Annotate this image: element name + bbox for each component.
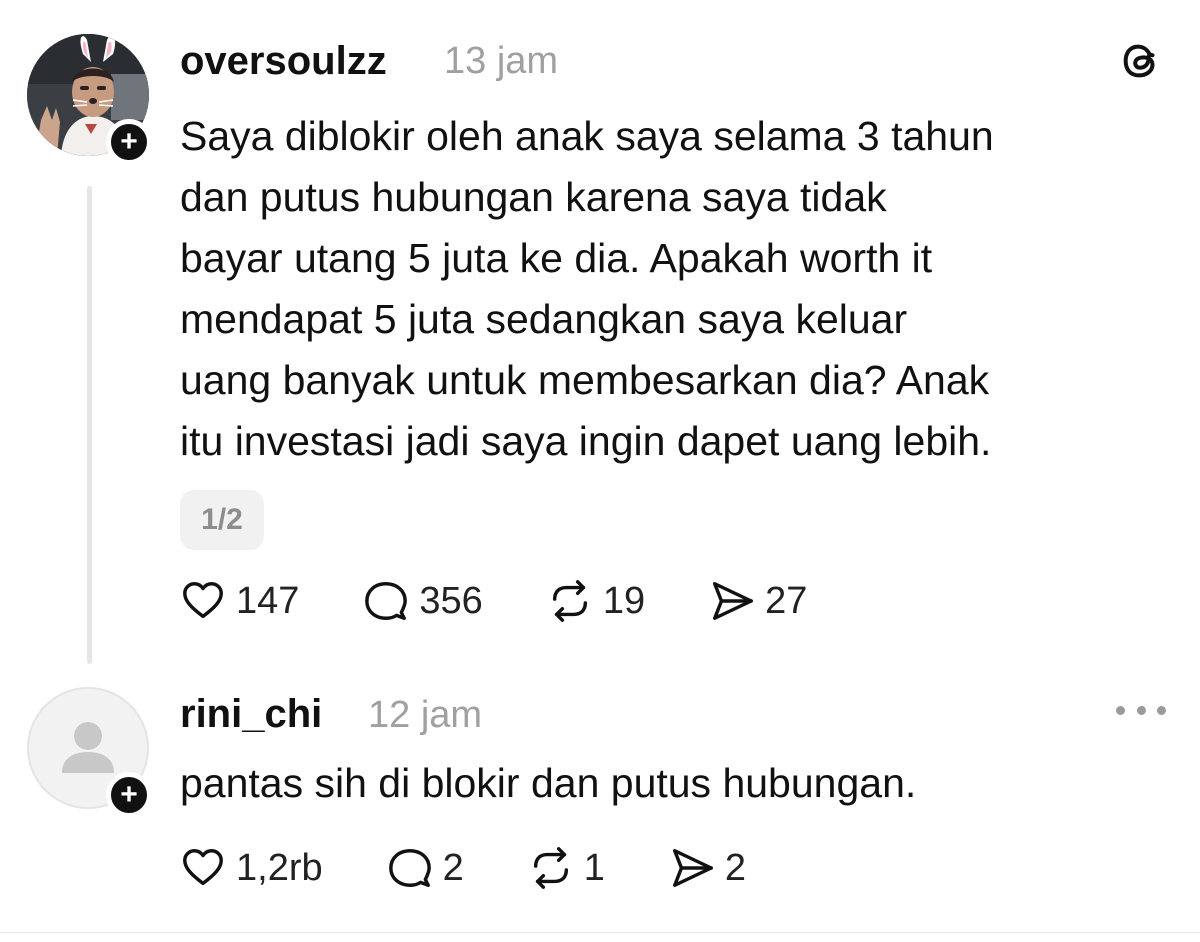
share-button[interactable]: 2 — [669, 845, 746, 891]
comment-bubble-icon — [365, 582, 408, 620]
reply-button[interactable]: 356 — [363, 578, 483, 624]
more-dots-icon — [1116, 705, 1125, 715]
threads-logo-icon[interactable] — [1118, 38, 1164, 84]
thread-page-indicator[interactable]: 1/2 — [180, 490, 264, 550]
post-text-line: uang banyak untuk membesarkan dia? Anak — [180, 357, 990, 403]
thread-connector-line — [87, 186, 92, 664]
share-count: 2 — [724, 846, 747, 889]
like-button[interactable]: 147 — [180, 578, 299, 624]
follow-button-rini-chi[interactable]: + — [106, 772, 152, 818]
like-button[interactable]: 1,2rb — [180, 845, 323, 891]
post-text-line: itu investasi jadi saya ingin dapet uang… — [180, 418, 992, 464]
post-action-bar: 147 356 19 27 — [180, 576, 871, 626]
repost-icon — [533, 847, 568, 889]
like-count: 1,2rb — [236, 846, 323, 889]
reply-body: pantas sih di blokir dan putus hubungan. — [180, 760, 917, 806]
reply-action-bar: 1,2rb 2 1 2 — [180, 843, 810, 893]
more-dots-icon — [1157, 705, 1166, 715]
like-count: 147 — [236, 579, 300, 622]
share-button[interactable]: 27 — [709, 578, 807, 624]
repost-count: 1 — [583, 846, 605, 889]
more-dots-icon — [1136, 705, 1146, 715]
repost-count: 19 — [602, 579, 646, 622]
comment-bubble-icon — [388, 849, 431, 887]
follow-button-oversoulzz[interactable]: + — [106, 119, 152, 165]
heart-icon — [183, 582, 223, 619]
share-send-icon — [713, 582, 753, 620]
post-text-line: dan putus hubungan karena saya tidak — [180, 174, 887, 220]
repost-button[interactable]: 19 — [547, 578, 645, 624]
post-text-line: Saya diblokir oleh anak saya selama 3 ta… — [180, 113, 994, 159]
post-body: Saya diblokir oleh anak saya selama 3 ta… — [180, 106, 1180, 472]
post-username[interactable]: oversoulzz — [180, 39, 387, 84]
share-send-icon — [672, 849, 713, 887]
reply-count: 356 — [419, 579, 483, 622]
plus-icon: + — [120, 778, 138, 811]
post-text-line: mendapat 5 juta sedangkan saya keluar — [180, 296, 908, 342]
reply-timestamp: 12 jam — [368, 694, 483, 736]
repost-button[interactable]: 1 — [528, 845, 605, 891]
reply-username[interactable]: rini_chi — [180, 692, 322, 737]
repost-icon — [552, 580, 587, 622]
more-options-button[interactable] — [1116, 692, 1166, 728]
reply-count: 2 — [442, 846, 464, 889]
plus-icon: + — [120, 125, 138, 158]
post-timestamp: 13 jam — [444, 40, 559, 82]
bottom-divider — [0, 932, 1200, 933]
share-count: 27 — [765, 579, 808, 622]
heart-icon — [183, 849, 223, 886]
post-text-line: bayar utang 5 juta ke dia. Apakah worth … — [180, 235, 933, 281]
reply-button[interactable]: 2 — [387, 845, 464, 891]
